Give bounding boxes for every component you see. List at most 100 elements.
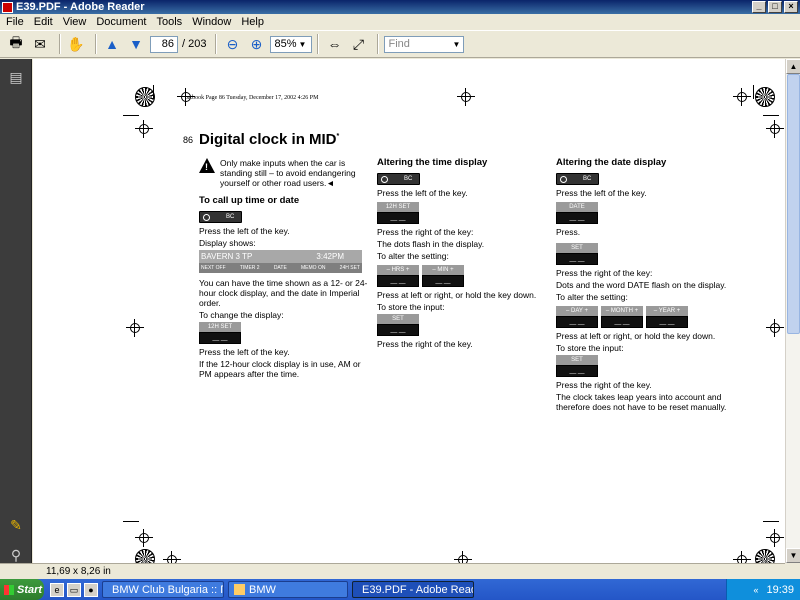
lcd-12h-set: 12H SET __ __ [199, 322, 241, 344]
display-softkey: DATE [273, 265, 287, 271]
previous-page-icon[interactable]: ▲ [102, 34, 122, 54]
folder-icon [234, 584, 245, 595]
text-press-right: Press the right of the key: [377, 227, 474, 237]
close-button[interactable]: × [784, 1, 798, 13]
clock: 19:39 [766, 583, 794, 596]
task-bmw-club[interactable]: BMW Club Bulgaria :: Пр... [102, 581, 224, 598]
task-label: E39.PDF - Adobe Read... [362, 583, 474, 596]
lcd-text: 12H SET [377, 202, 419, 212]
text-press-left-right: Press at left or right, or hold the key … [556, 331, 716, 341]
text-display-shows: Display shows: [199, 238, 256, 248]
scroll-thumb[interactable] [787, 74, 800, 334]
find-input[interactable]: Find ▼ [384, 35, 465, 53]
text-press-left: Press the left of the key. [199, 226, 290, 236]
window-controls: _ □ × [752, 0, 798, 13]
start-label: Start [17, 583, 43, 596]
text-press-right-2: Press the right of the key. [556, 380, 652, 390]
zoom-out-icon[interactable]: ⊖ [222, 34, 242, 54]
text-alter-setting: To alter the setting: [377, 251, 449, 261]
fit-page-icon[interactable]: ⤢ [348, 34, 368, 54]
task-bmw-folder[interactable]: BMW [228, 581, 348, 598]
text-dots-flash: The dots flash in the display. [377, 239, 485, 249]
lcd-buttons: __ __ [377, 275, 419, 287]
lcd-buttons: __ __ [377, 212, 419, 224]
lcd-min: – MIN + __ __ [422, 263, 464, 290]
column-altering-time: Altering the time display BC Press the l… [377, 158, 542, 351]
windows-logo-icon [4, 584, 14, 595]
title-mark: * [336, 133, 340, 140]
lcd-buttons: __ __ [556, 253, 598, 265]
menu-view[interactable]: View [59, 16, 93, 28]
crop-mark [766, 319, 784, 337]
maximize-button[interactable]: □ [768, 1, 782, 13]
registration-mark [755, 549, 775, 563]
key-label: BC [226, 214, 235, 220]
column-altering-date: Altering the date display BC Press the l… [556, 158, 728, 414]
crop-mark [733, 551, 751, 563]
print-icon[interactable]: 🖶 [6, 34, 26, 54]
task-label: BMW Club Bulgaria :: Пр... [112, 583, 223, 596]
find-placeholder: Find [388, 38, 410, 50]
display-top-row: BAVERN 3 TP 3:42PM [199, 250, 362, 263]
zoom-in-icon[interactable]: ⊕ [246, 34, 266, 54]
taskbar: Start e ▭ ● BMW Club Bulgaria :: Пр... B… [0, 579, 800, 600]
menu-edit[interactable]: Edit [30, 16, 59, 28]
menu-help[interactable]: Help [237, 16, 270, 28]
comments-icon[interactable]: ✎ [8, 517, 24, 533]
crop-mark [454, 551, 472, 563]
firefox-icon[interactable]: ● [84, 582, 98, 597]
menu-bar: File Edit View Document Tools Window Hel… [0, 14, 800, 30]
scroll-down-button[interactable]: ▼ [786, 548, 800, 563]
chevron-down-icon[interactable]: ▼ [453, 40, 461, 49]
menu-document[interactable]: Document [92, 16, 152, 28]
page-number-input[interactable]: 86 [150, 35, 178, 53]
lcd-set-2: SET __ __ [556, 355, 598, 377]
menu-window[interactable]: Window [188, 16, 237, 28]
start-button[interactable]: Start [0, 579, 44, 600]
warning-note: Only make inputs when the car is standin… [199, 158, 369, 190]
ie-icon[interactable]: e [50, 582, 64, 597]
minimize-button[interactable]: _ [752, 1, 766, 13]
text-12-24-hour: You can have the time shown as a 12- or … [199, 278, 368, 308]
task-adobe-reader[interactable]: E39.PDF - Adobe Read... [352, 581, 474, 598]
hand-tool-icon[interactable]: ✋ [66, 34, 86, 54]
lcd-year: – YEAR + __ __ [646, 304, 688, 331]
document-view[interactable]: ba.book Page 86 Tuesday, December 17, 20… [33, 59, 785, 563]
lcd-day-month-year: – DAY + __ __ – MONTH + __ __ – YEAR + _… [556, 304, 728, 331]
bc-key-image: BC [556, 173, 599, 185]
lcd-text: – DAY + [556, 306, 598, 316]
email-icon[interactable]: ✉ [30, 34, 50, 54]
desktop-icon[interactable]: ▭ [67, 582, 81, 597]
text-am-pm: If the 12-hour clock display is in use, … [199, 359, 361, 379]
mid-display-image: BAVERN 3 TP 3:42PM NEXT OFF TIMER 2 DATE… [199, 250, 362, 274]
crop-mark [135, 120, 153, 138]
text-date-flash: Dots and the word DATE flash on the disp… [556, 280, 727, 290]
lcd-text: – HRS + [377, 265, 419, 275]
navigation-panel: ▤ ✎ ⚲ [0, 59, 32, 563]
display-bottom-row: NEXT OFF TIMER 2 DATE MEMO ON 24H SET [199, 263, 362, 273]
page-total: / 203 [182, 38, 207, 50]
pages-icon[interactable]: ▤ [8, 69, 24, 85]
vertical-scrollbar[interactable]: ▲ ▼ [785, 59, 800, 563]
zoom-select[interactable]: 85% ▼ [270, 35, 313, 53]
lcd-hrs-min: – HRS + __ __ – MIN + __ __ [377, 263, 542, 290]
lcd-text: – YEAR + [646, 306, 688, 316]
next-page-icon[interactable]: ▼ [126, 34, 146, 54]
lcd-month: – MONTH + __ __ [601, 304, 643, 331]
page-title-text: Digital clock in MID [199, 131, 337, 148]
display-softkey: MEMO ON [301, 265, 326, 271]
scroll-up-button[interactable]: ▲ [786, 59, 800, 74]
menu-file[interactable]: File [2, 16, 30, 28]
page-size: 11,69 x 8,26 in [46, 566, 111, 577]
text-press-right: Press the right of the key: [556, 268, 653, 278]
tray-expand-icon[interactable]: « [753, 585, 758, 595]
trim-line [763, 521, 779, 522]
adobe-reader-icon [2, 1, 13, 13]
text-press-left: Press the left of the key. [556, 188, 647, 198]
crop-mark [733, 88, 751, 106]
fit-width-icon[interactable]: ⇔ [324, 34, 344, 54]
menu-tools[interactable]: Tools [153, 16, 189, 28]
bc-key-image: BC [377, 173, 420, 185]
task-label: BMW [249, 583, 276, 596]
attachments-icon[interactable]: ⚲ [8, 547, 24, 563]
